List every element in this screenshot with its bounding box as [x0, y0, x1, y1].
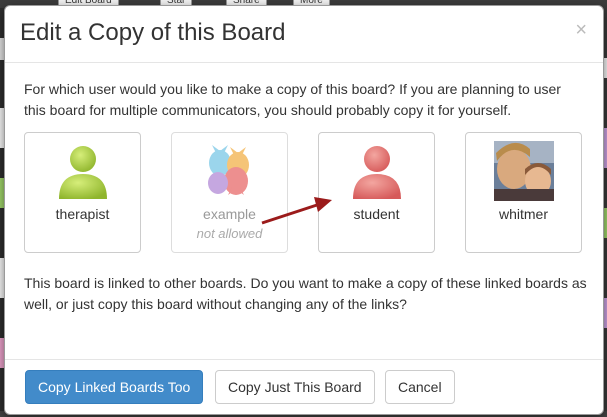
modal-footer: Copy Linked Boards Too Copy Just This Bo…	[5, 359, 603, 416]
person-icon	[353, 146, 401, 199]
copy-linked-boards-button[interactable]: Copy Linked Boards Too	[25, 370, 204, 404]
user-name: student	[353, 206, 400, 222]
linked-boards-text: This board is linked to other boards. Do…	[24, 275, 587, 312]
copy-just-this-board-button[interactable]: Copy Just This Board	[215, 370, 375, 404]
not-allowed-label: not allowed	[196, 226, 263, 241]
user-option-example: example not allowed	[171, 132, 288, 253]
user-name: whitmer	[498, 206, 548, 222]
user-option-therapist[interactable]: therapist	[24, 132, 141, 253]
user-option-student[interactable]: student	[318, 132, 435, 253]
close-icon[interactable]: ×	[575, 20, 587, 40]
user-option-whitmer[interactable]: whitmer	[465, 132, 582, 253]
cancel-button[interactable]: Cancel	[385, 370, 455, 404]
user-prompt-text: For which user would you like to make a …	[24, 81, 561, 118]
copy-board-modal: Edit a Copy of this Board × For which us…	[4, 5, 604, 415]
modal-title: Edit a Copy of this Board	[20, 19, 286, 46]
user-photo	[494, 141, 554, 201]
person-icon	[59, 146, 107, 199]
user-name: therapist	[55, 206, 110, 222]
candy-icon	[208, 145, 249, 195]
modal-header: Edit a Copy of this Board ×	[5, 6, 603, 63]
user-name: example	[203, 206, 256, 222]
